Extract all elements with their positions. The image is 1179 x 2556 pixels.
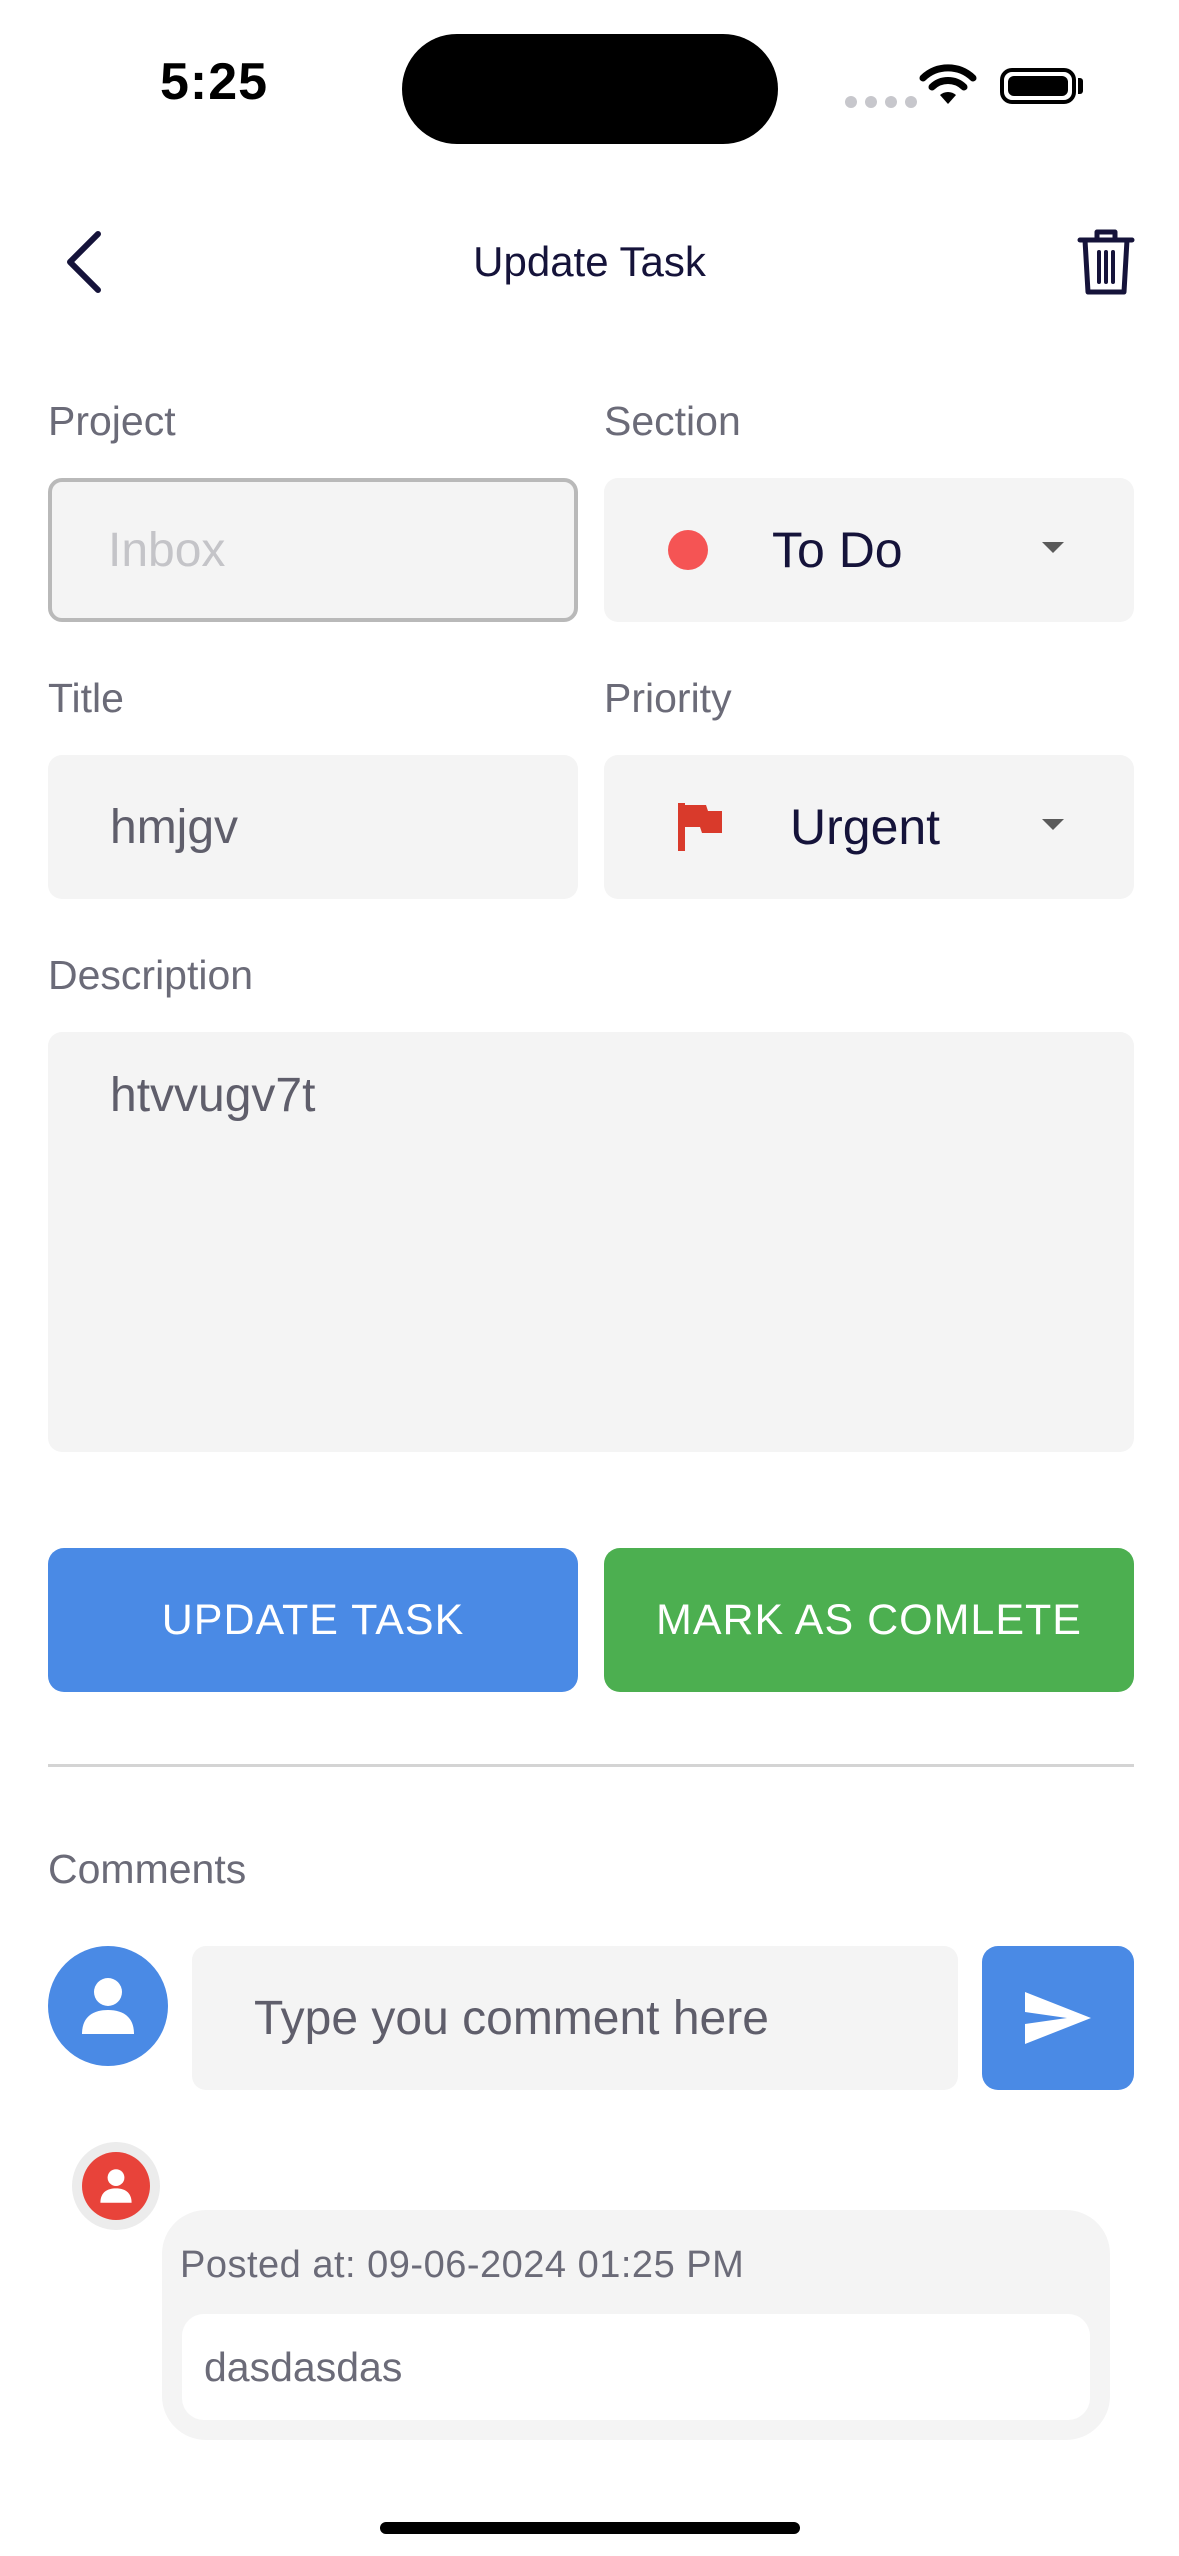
- home-indicator[interactable]: [380, 2522, 800, 2534]
- project-input[interactable]: Inbox: [48, 478, 578, 622]
- section-value: To Do: [772, 522, 903, 578]
- description-textarea[interactable]: htvvugv7t: [48, 1032, 1134, 1452]
- page-title: Update Task: [473, 238, 706, 285]
- priority-value: Urgent: [790, 799, 941, 855]
- battery-icon: [1000, 68, 1076, 104]
- description-label: Description: [48, 952, 254, 998]
- mark-complete-button[interactable]: MARK AS COMLETE: [604, 1548, 1134, 1692]
- person-icon: [100, 2169, 132, 2203]
- comments-label: Comments: [48, 1846, 247, 1892]
- person-icon: [82, 1978, 134, 2034]
- title-input[interactable]: hmjgv: [48, 755, 578, 899]
- send-icon: [1025, 1992, 1091, 2044]
- section-color-dot: [668, 530, 708, 570]
- status-time: 5:25: [160, 53, 269, 111]
- title-value: hmjgv: [110, 800, 239, 854]
- project-placeholder: Inbox: [108, 523, 226, 577]
- wifi-icon: [919, 64, 977, 104]
- comment-input[interactable]: Type you comment here: [192, 1946, 958, 2090]
- user-avatar: [48, 1946, 168, 2066]
- delete-trash-icon[interactable]: [1076, 226, 1136, 298]
- priority-label: Priority: [604, 675, 732, 721]
- priority-dropdown[interactable]: Urgent: [604, 755, 1134, 899]
- title-label: Title: [48, 675, 124, 721]
- flag-icon: [678, 803, 722, 851]
- comment-text: dasdasdas: [182, 2314, 1090, 2420]
- update-task-button[interactable]: UPDATE TASK: [48, 1548, 578, 1692]
- send-comment-button[interactable]: [982, 1946, 1134, 2090]
- comment-author-avatar: [72, 2142, 160, 2230]
- dropdown-caret-icon: [1042, 819, 1064, 830]
- comment-placeholder: Type you comment here: [254, 1991, 769, 2045]
- comment-timestamp: Posted at: 09-06-2024 01:25 PM: [180, 2244, 745, 2286]
- section-dropdown[interactable]: To Do: [604, 478, 1134, 622]
- section-label: Section: [604, 398, 741, 444]
- divider: [48, 1764, 1134, 1767]
- dropdown-caret-icon: [1042, 542, 1064, 553]
- cellular-signal-icon: [845, 96, 917, 108]
- project-label: Project: [48, 398, 176, 444]
- dynamic-island: [402, 34, 778, 144]
- description-value: htvvugv7t: [110, 1069, 316, 1122]
